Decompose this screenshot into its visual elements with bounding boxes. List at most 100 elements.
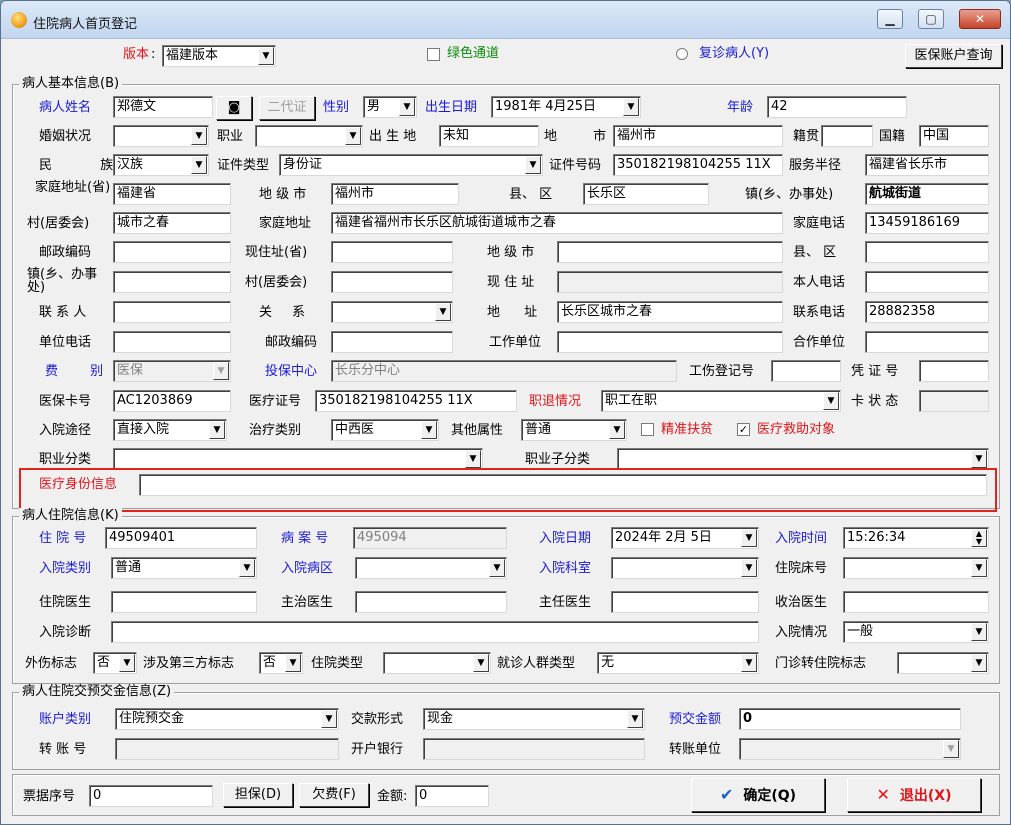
payment-form-select[interactable]: 现金 ▼	[423, 708, 645, 730]
occupation-select[interactable]: ▼	[113, 448, 483, 470]
idtype-select[interactable]: 身份证 ▼	[279, 154, 543, 176]
deposit-amount-field[interactable]: 0	[739, 708, 961, 730]
admission-type-select[interactable]: 普通 ▼	[111, 557, 257, 579]
self-phone-field[interactable]	[865, 271, 989, 293]
confirm-button[interactable]: ✔ 确定(Q)	[691, 778, 825, 812]
city-field[interactable]: 福州市	[613, 125, 783, 147]
village-field[interactable]: 城市之春	[113, 212, 231, 234]
medical-cert-field[interactable]: 350182198104255 11X	[315, 390, 517, 412]
ward-select[interactable]: ▼	[355, 557, 507, 579]
ticket-no-field[interactable]: 0	[89, 785, 213, 807]
guarantee-button[interactable]: 担保(D)	[223, 783, 293, 807]
version-select[interactable]: 福建版本 ▼	[162, 45, 276, 67]
bank-field[interactable]	[423, 738, 645, 760]
voucher-field[interactable]	[919, 360, 989, 382]
poverty-checkbox[interactable]	[641, 423, 654, 436]
home-phone-field[interactable]: 13459186169	[865, 212, 989, 234]
attending-doctor-field[interactable]	[355, 591, 507, 613]
medical-account-button[interactable]: 医保账户查询	[905, 44, 1002, 68]
chevron-down-icon: ▼	[741, 559, 757, 577]
current-province-field[interactable]	[331, 241, 453, 263]
third-party-select[interactable]: 否 ▼	[259, 652, 303, 674]
card-button[interactable]: 二代证	[259, 96, 315, 120]
transfer-no-field[interactable]	[115, 738, 339, 760]
work-phone-field[interactable]	[113, 331, 231, 353]
contact-phone-field[interactable]: 28882358	[865, 301, 989, 323]
account-type-select[interactable]: 住院预交金 ▼	[115, 708, 339, 730]
treatment-type-select[interactable]: 中西医 ▼	[331, 419, 439, 441]
cooperation-unit-field[interactable]	[865, 331, 989, 353]
injury-reg-field[interactable]	[771, 360, 841, 382]
admitting-doctor-field[interactable]	[843, 591, 989, 613]
self-phone-label: 本人电话	[793, 275, 846, 290]
home-city-field[interactable]: 福州市	[331, 183, 459, 205]
inpatient-doctor-field[interactable]	[111, 591, 257, 613]
idno-field[interactable]: 350182198104255 11X	[613, 154, 783, 176]
amount-field[interactable]: 0	[415, 785, 489, 807]
crowd-type-select[interactable]: 无 ▼	[597, 652, 759, 674]
work-postcode-field[interactable]	[331, 331, 453, 353]
gender-select[interactable]: 男 ▼	[363, 96, 417, 118]
card-state-field[interactable]	[919, 390, 989, 412]
owe-button[interactable]: 欠费(F)	[299, 783, 369, 807]
town-field[interactable]: 航城街道	[865, 183, 989, 205]
transfer-flag-select[interactable]: ▼	[897, 652, 989, 674]
trauma-flag-select[interactable]: 否 ▼	[93, 652, 137, 674]
maximize-button[interactable]: ▢	[918, 9, 944, 29]
fee-type-select[interactable]: 医保 ▼	[113, 360, 231, 382]
admission-route-select[interactable]: 直接入院 ▼	[113, 419, 227, 441]
ethnic-select[interactable]: 汉族 ▼	[113, 154, 209, 176]
other-attr-select[interactable]: 普通 ▼	[521, 419, 627, 441]
admission-time-spinner[interactable]: 15:26:34 ▲ ▼	[843, 527, 989, 549]
birth-date-picker[interactable]: 1981年 4月25日 ▼	[491, 96, 641, 118]
contact-label: 联 系 人	[39, 305, 87, 320]
insurance-center-field[interactable]: 长乐分中心	[331, 360, 677, 382]
county-field[interactable]: 长乐区	[583, 183, 709, 205]
retire-status-select[interactable]: 职工在职 ▼	[601, 390, 841, 412]
diagnosis-label: 入院诊断	[39, 625, 92, 640]
native-field[interactable]	[821, 125, 873, 147]
marital-select[interactable]: ▼	[113, 125, 209, 147]
insurance-center-label: 投保中心	[265, 364, 318, 379]
chevron-down-icon: ▼	[525, 156, 541, 174]
birthplace-field[interactable]: 未知	[439, 125, 539, 147]
job-select[interactable]: ▼	[255, 125, 363, 147]
service-field[interactable]: 福建省长乐市	[865, 154, 989, 176]
close-button[interactable]: ✕	[959, 9, 1001, 29]
admission-type-label: 入院类别	[39, 561, 92, 576]
id-card-reader-icon[interactable]: ◙	[216, 96, 252, 120]
diagnosis-field[interactable]	[111, 621, 759, 643]
work-unit-field[interactable]	[557, 331, 783, 353]
aid-checkbox[interactable]: ✓	[737, 423, 750, 436]
bed-select[interactable]: ▼	[843, 557, 989, 579]
current-county-field[interactable]	[865, 241, 989, 263]
inpatient-no-field[interactable]: 49509401	[105, 527, 257, 549]
stay-type-select[interactable]: ▼	[383, 652, 491, 674]
relation-select[interactable]: ▼	[331, 301, 453, 323]
contact-field[interactable]	[113, 301, 231, 323]
minimize-button[interactable]: ▁	[877, 9, 903, 29]
department-select[interactable]: ▼	[611, 557, 759, 579]
exit-button[interactable]: ✕ 退出(X)	[847, 778, 981, 812]
current-address-field[interactable]	[557, 271, 783, 293]
sub-occupation-select[interactable]: ▼	[617, 448, 989, 470]
revisit-radio[interactable]	[676, 48, 688, 60]
case-no-field[interactable]: 495094	[353, 527, 507, 549]
age-field[interactable]: 42	[767, 96, 907, 118]
current-village-field[interactable]	[331, 271, 453, 293]
admission-date-picker[interactable]: 2024年 2月 5日 ▼	[611, 527, 759, 549]
identity-field[interactable]	[139, 474, 987, 496]
nation-field[interactable]: 中国	[919, 125, 989, 147]
green-channel-checkbox[interactable]	[427, 48, 440, 61]
home-province-field[interactable]: 福建省	[113, 183, 231, 205]
postcode-field[interactable]	[113, 241, 231, 263]
home-address-field[interactable]: 福建省福州市长乐区航城街道城市之春	[331, 212, 783, 234]
chief-doctor-field[interactable]	[611, 591, 759, 613]
address-field[interactable]: 长乐区城市之春	[557, 301, 783, 323]
current-town-field[interactable]	[113, 271, 231, 293]
medical-card-field[interactable]: AC1203869	[113, 390, 231, 412]
current-city-field[interactable]	[557, 241, 783, 263]
condition-select[interactable]: 一般 ▼	[843, 621, 989, 643]
name-field[interactable]: 郑德文	[113, 96, 213, 118]
transfer-unit-select[interactable]: ▼	[739, 738, 961, 760]
